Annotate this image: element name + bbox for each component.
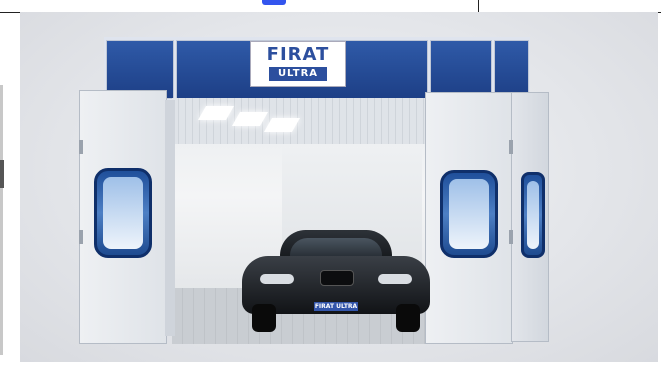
car: FIRAT ULTRA bbox=[238, 230, 434, 334]
door-hinge bbox=[509, 230, 513, 244]
left-door-edge bbox=[165, 100, 175, 336]
far-door-window bbox=[521, 172, 545, 258]
left-door-window bbox=[94, 168, 152, 258]
header-panel bbox=[430, 40, 492, 99]
window-glass bbox=[527, 181, 539, 249]
window-glass bbox=[103, 177, 143, 249]
header-panel bbox=[494, 40, 529, 99]
booth-header: FIRAT ULTRA bbox=[104, 37, 530, 100]
car-headlight bbox=[378, 274, 412, 284]
car-headlight bbox=[260, 274, 294, 284]
car-windshield bbox=[290, 238, 382, 258]
logo-sub-text: ULTRA bbox=[269, 67, 327, 81]
license-plate: FIRAT ULTRA bbox=[314, 302, 358, 311]
link-fragment bbox=[262, 0, 286, 5]
door-hinge bbox=[79, 140, 83, 154]
ceiling-light bbox=[231, 112, 269, 126]
door-hinge bbox=[79, 230, 83, 244]
ceiling-light bbox=[197, 106, 235, 120]
left-edge-mark bbox=[0, 160, 4, 188]
car-grille bbox=[320, 270, 354, 286]
door-hinge bbox=[509, 140, 513, 154]
car-wheel bbox=[252, 304, 276, 332]
ceiling-light bbox=[263, 118, 301, 132]
column-divider bbox=[478, 0, 479, 12]
brand-logo: FIRAT ULTRA bbox=[250, 41, 346, 87]
booth-ceiling bbox=[172, 98, 440, 144]
left-edge-strip bbox=[0, 85, 3, 355]
car-wheel bbox=[396, 304, 420, 332]
right-door-window bbox=[440, 170, 498, 258]
window-glass bbox=[449, 179, 489, 249]
logo-brand-text: FIRAT bbox=[266, 44, 330, 65]
